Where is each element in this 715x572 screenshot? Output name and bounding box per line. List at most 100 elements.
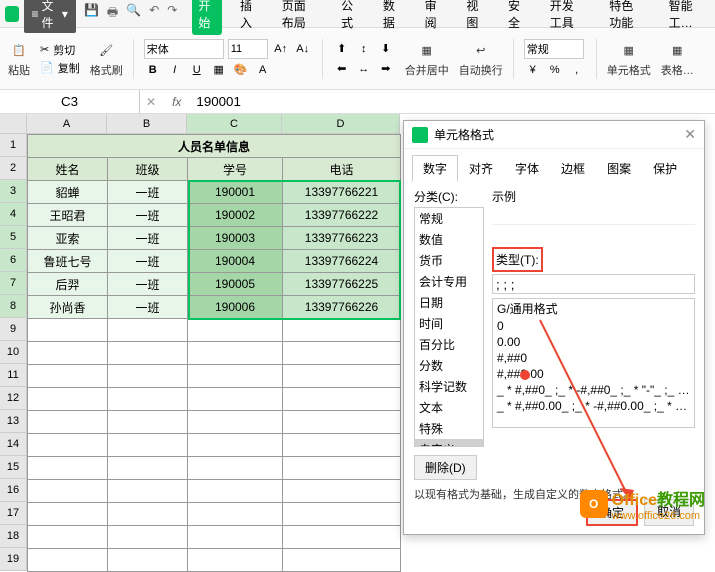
table-cell[interactable]: 190002 [188,204,283,227]
column-header-C[interactable]: C [187,114,282,134]
empty-cell[interactable] [283,434,401,457]
table-cell[interactable]: 一班 [108,250,188,273]
dialog-titlebar[interactable]: 单元格格式 ✕ [404,121,704,149]
empty-cell[interactable] [283,526,401,549]
type-item[interactable]: 0.00 [493,334,694,350]
table-cell[interactable]: 一班 [108,181,188,204]
align-center-icon[interactable]: ↔ [355,60,373,78]
font-name-combo[interactable] [144,39,224,59]
tab-start[interactable]: 开始 [192,0,222,35]
row-header-18[interactable]: 18 [0,525,27,548]
table-cell[interactable]: 貂蝉 [28,181,108,204]
align-middle-icon[interactable]: ↕ [355,40,373,58]
table-cell[interactable]: 13397766221 [283,181,401,204]
empty-cell[interactable] [188,457,283,480]
table-cell[interactable]: 190004 [188,250,283,273]
align-left-icon[interactable]: ⬅ [333,60,351,78]
type-item[interactable]: _ * #,##0.00_ ;_ * -#,##0.00_ ;_ * … [493,398,694,414]
dialog-tab-pattern[interactable]: 图案 [596,155,642,182]
formula-input[interactable] [191,90,715,113]
print-icon[interactable]: 🖶 [107,3,118,24]
row-header-11[interactable]: 11 [0,364,27,387]
table-cell[interactable]: 13397766223 [283,227,401,250]
table-cell[interactable]: 190001 [188,181,283,204]
tab-developer[interactable]: 开发工具 [544,0,591,35]
empty-cell[interactable] [28,342,108,365]
category-item[interactable]: 会计专用 [415,271,483,292]
name-box[interactable] [0,90,140,113]
empty-cell[interactable] [28,388,108,411]
tab-smart[interactable]: 智能工… [663,0,710,35]
row-header-9[interactable]: 9 [0,318,27,341]
tab-insert[interactable]: 插入 [234,0,264,35]
empty-cell[interactable] [283,319,401,342]
empty-cell[interactable] [108,388,188,411]
redo-icon[interactable]: ↷ [167,3,177,24]
category-item[interactable]: 数值 [415,229,483,250]
table-cell[interactable]: 亚索 [28,227,108,250]
dialog-tab-number[interactable]: 数字 [412,155,458,182]
table-cell[interactable]: 王昭君 [28,204,108,227]
select-all-corner[interactable] [0,114,27,134]
dialog-tab-align[interactable]: 对齐 [458,155,504,182]
number-format-combo[interactable] [524,39,584,59]
empty-cell[interactable] [28,526,108,549]
table-cell[interactable]: 鲁班七号 [28,250,108,273]
percent-icon[interactable]: % [546,61,564,79]
type-list[interactable]: G/通用格式00.00#,##0#,##0.00_ * #,##0_ ;_ * … [492,298,695,428]
dialog-tab-font[interactable]: 字体 [504,155,550,182]
align-right-icon[interactable]: ➡ [377,60,395,78]
type-item[interactable]: #,##0 [493,350,694,366]
empty-cell[interactable] [108,319,188,342]
empty-cell[interactable] [28,503,108,526]
empty-cell[interactable] [28,434,108,457]
category-item[interactable]: 货币 [415,250,483,271]
empty-cell[interactable] [188,365,283,388]
empty-cell[interactable] [108,549,188,572]
font-color-button[interactable]: A [254,61,272,79]
category-item[interactable]: 特殊 [415,418,483,439]
tab-data[interactable]: 数据 [377,0,407,35]
table-cell[interactable]: 后羿 [28,273,108,296]
currency-icon[interactable]: ¥ [524,61,542,79]
table-cell[interactable]: 190003 [188,227,283,250]
empty-cell[interactable] [283,549,401,572]
increase-font-icon[interactable]: A↑ [272,40,290,58]
table-cell[interactable]: 一班 [108,204,188,227]
empty-cell[interactable] [108,411,188,434]
empty-cell[interactable] [28,365,108,388]
border-button[interactable]: ▦ [210,61,228,79]
file-menu-button[interactable]: ≡ 文件 ▾ [24,0,76,33]
align-bottom-icon[interactable]: ⬇ [377,40,395,58]
decrease-font-icon[interactable]: A↓ [294,40,312,58]
row-header-8[interactable]: 8 [0,295,27,318]
fx-icon[interactable]: fx [162,95,191,109]
empty-cell[interactable] [188,526,283,549]
column-header-D[interactable]: D [282,114,400,134]
empty-cell[interactable] [188,319,283,342]
close-icon[interactable]: ✕ [684,126,696,143]
cut-button[interactable]: ✂剪切 [40,42,80,58]
row-header-19[interactable]: 19 [0,548,27,571]
empty-cell[interactable] [188,480,283,503]
row-header-3[interactable]: 3 [0,180,27,203]
category-list[interactable]: 常规数值货币会计专用日期时间百分比分数科学记数文本特殊自定义 [414,207,484,447]
row-header-12[interactable]: 12 [0,387,27,410]
empty-cell[interactable] [28,549,108,572]
category-item[interactable]: 日期 [415,292,483,313]
tab-page-layout[interactable]: 页面布局 [276,0,323,35]
table-cell[interactable]: 190006 [188,296,283,319]
empty-cell[interactable] [188,503,283,526]
table-title[interactable]: 人员名单信息 [28,135,401,158]
row-header-2[interactable]: 2 [0,157,27,180]
delete-button[interactable]: 删除(D) [414,455,477,480]
underline-button[interactable]: U [188,61,206,79]
tab-security[interactable]: 安全 [502,0,532,35]
row-header-4[interactable]: 4 [0,203,27,226]
table-header[interactable]: 姓名 [28,158,108,181]
category-item[interactable]: 百分比 [415,334,483,355]
dialog-tab-protect[interactable]: 保护 [642,155,688,182]
tab-view[interactable]: 视图 [460,0,490,35]
row-header-6[interactable]: 6 [0,249,27,272]
table-style-button[interactable]: ▦ 表格… [661,40,694,78]
